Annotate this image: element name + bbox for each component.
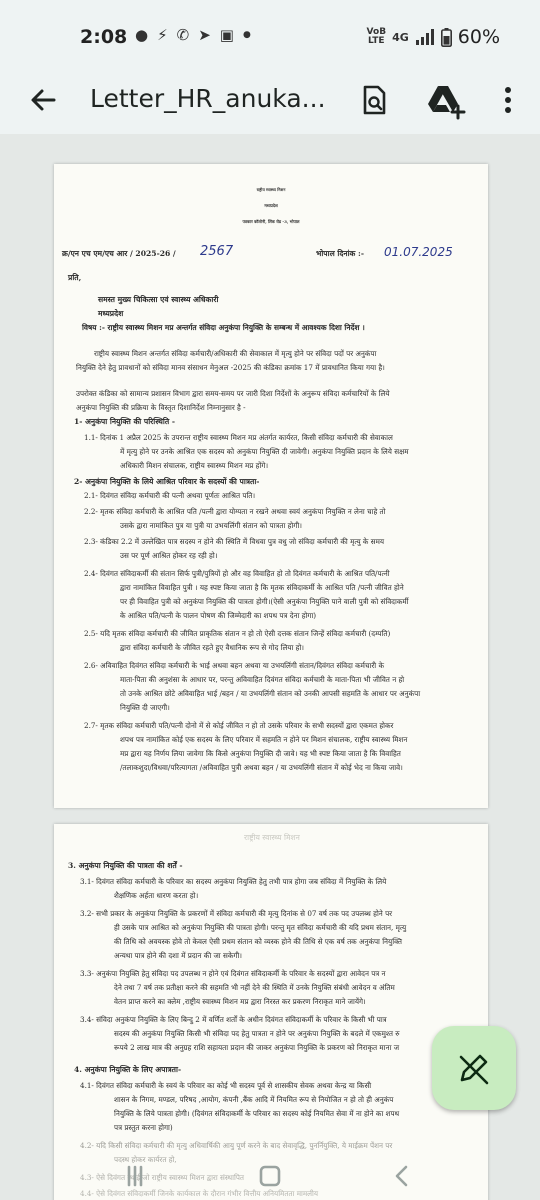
- document-line: वेतन प्राप्त करने का क्लेम ,राष्ट्रीय स्…: [114, 997, 366, 1006]
- status-bar: 2:08 ● ⚡ ✆ ➤ ▣ ● VoB LTE 4G 60%: [0, 0, 540, 66]
- messenger-icon: ⚡: [157, 26, 168, 44]
- arrow-back-icon: [31, 89, 56, 111]
- document-search-icon: [363, 85, 386, 115]
- document-line: 2- अनुकंपा नियुक्ति के लिये आश्रित परिवा…: [74, 477, 260, 486]
- edit-fab-button[interactable]: [432, 1026, 516, 1110]
- document-line: अनुकंपा नियुक्ति की प्रक्रिया के विस्तृत…: [76, 403, 246, 412]
- document-line: शासन के निगम, मण्डल, परिषद ,आयोग, कंपनी …: [114, 1095, 394, 1104]
- document-line: 2.6- अविवाहित दिवंगत संविदा कर्मचारी के …: [84, 661, 384, 670]
- dot-icon: ●: [242, 30, 251, 40]
- telegram-icon: ➤: [198, 26, 211, 44]
- document-line: देने तथा 7 वर्ष तक प्रतीक्षा करने की सहम…: [114, 983, 395, 992]
- reference-number: 2567: [200, 244, 234, 259]
- faint-header: राष्ट्रीय स्वास्थ्य मिशन: [244, 833, 300, 842]
- document-line: 2.1- दिवंगत संविदा कर्मचारी की पत्नी अथव…: [84, 491, 256, 500]
- document-line: उसके द्वारा नामांकित पुत्र या पुत्री या …: [120, 521, 302, 530]
- document-line: पर ही विवाहित पुत्री को अनुकंपा नियुक्ति…: [120, 597, 409, 606]
- document-line: शैक्षणिक अर्हता धारण करता हो।: [114, 891, 199, 900]
- document-line: 2.2- मृतक संविदा कर्मचारी के आश्रित पति …: [84, 507, 386, 516]
- signal-icon: [415, 29, 434, 45]
- document-line: द्वारा नामांकित विवाहित पुत्री । यह स्पष…: [120, 583, 404, 592]
- missed-call-icon: ✆: [176, 26, 190, 44]
- home-icon: [259, 1165, 281, 1187]
- document-line: 3. अनुकंपा नियुक्ति की पात्रता की शर्तें…: [68, 861, 183, 870]
- document-line: माता-पिता की अनुशंसा के आधार पर, परन्तु …: [120, 675, 405, 684]
- document-line: की तिथि को अवयस्क होवे तो केवल ऐसी प्रथम…: [114, 937, 403, 946]
- document-line: नियुक्ति देने हेतु प्रावधानों को संविदा …: [76, 363, 385, 372]
- status-right: VoB LTE 4G 60%: [367, 26, 500, 48]
- document-line: मप्र द्वारा यह निर्णय लिया जावेगा कि किस…: [120, 749, 401, 758]
- document-line: अन्यथा पात्र होने की दशा में प्रदान की ज…: [114, 951, 242, 960]
- document-line: 3.1- दिवंगत संविदा कर्मचारी के परिवार का…: [80, 877, 387, 886]
- document-line: सदस्य की अनुकंपा नियुक्ति किसी भी संविदा…: [114, 1029, 400, 1038]
- document-line: पत्र प्रस्तुत करना होगा): [114, 1123, 173, 1132]
- system-back-button[interactable]: [388, 1162, 416, 1190]
- date-value: 01.07.2025: [384, 245, 453, 259]
- document-line: रूपये 2 लाख मात्र की अनुग्रह राशि सहायता…: [114, 1043, 400, 1052]
- document-line: राष्ट्रीय स्वास्थ्य मिशन अन्तर्गत संविदा…: [94, 349, 377, 358]
- document-line: 3.4- संविदा अनुकंपा नियुक्ति के लिए बिन्…: [80, 1015, 387, 1024]
- document-line: उस पर पूर्ण आश्रित होकर रह रही हो।: [120, 551, 218, 560]
- document-line: नियुक्ति के लिये पात्रता होगी। (दिवंगत स…: [114, 1109, 400, 1118]
- add-to-drive-button[interactable]: [424, 80, 468, 120]
- date-label: भोपाल दिनांक :-: [316, 249, 364, 258]
- battery-icon: [440, 27, 452, 47]
- network-type: 4G: [392, 30, 409, 44]
- document-line: 2.7- मृतक संविदा कर्मचारी पति/पत्नी दोनो…: [84, 721, 394, 730]
- document-line: उपरोक्त कंडिका को सामान्य प्रशासन विभाग …: [76, 389, 390, 398]
- volte-bottom: LTE: [368, 36, 385, 46]
- chat-bubble-icon: ●: [135, 26, 149, 44]
- to-label: प्रति,: [68, 273, 82, 282]
- notification-icons: ● ⚡ ✆ ➤ ▣ ●: [135, 28, 251, 43]
- document-line: के आश्रित पति/पत्नी के पालन पोषण की जिम्…: [120, 611, 317, 620]
- system-nav-bar: [0, 1150, 540, 1200]
- document-page-2: राष्ट्रीय स्वास्थ्य मिशन 3. अनुकंपा नियु…: [54, 824, 488, 1200]
- battery-percent: 60%: [457, 26, 500, 48]
- document-line: 1- अनुकंपा नियुक्ति की परिस्थिति -: [74, 417, 175, 426]
- subject-line: विषय :- राष्ट्रीय स्वास्थ्य मिशन मप्र अन…: [82, 323, 365, 332]
- back-button[interactable]: [24, 80, 64, 120]
- org-address: पत्रकार कॉलोनी, लिंक रोड -3, भोपाल: [242, 219, 300, 224]
- org-state: मध्यप्रदेश: [264, 203, 278, 208]
- instagram-icon: ▣: [219, 26, 234, 44]
- document-line: 2.5- यदि मृतक संविदा कर्मचारी की जीवित प…: [84, 629, 391, 638]
- document-line: अधिकारी मिशन संचालक, राष्ट्रीय स्वास्थ्य…: [120, 461, 269, 470]
- document-line: /तलाकशुदा/विधवा/परित्यागता /अविवाहित पुत…: [120, 763, 403, 772]
- recipient-line-2: मध्यप्रदेश: [98, 309, 124, 318]
- document-line: नियुक्ति दी जाएगी।: [120, 703, 170, 712]
- document-line: ही उसके पात्र आश्रित को अनुकंपा नियुक्ति…: [114, 923, 407, 932]
- document-line: 3.3- अनुकंपा नियुक्ति हेतु संविदा पद उपल…: [80, 969, 386, 978]
- drive-add-icon: [428, 86, 466, 120]
- document-line: तो उनके आश्रित छोटे अविवाहित भाई /बहन / …: [120, 689, 421, 698]
- app-bar: Letter_HR_anuka...: [0, 66, 540, 134]
- document-line: द्वारा संविदा कर्मचारी के जीवित रहते हुए…: [120, 643, 305, 652]
- reference-label: क्र/एन एच एम/एच आर / 2025-26 /: [62, 249, 176, 258]
- nav-back-icon: [395, 1165, 408, 1187]
- edit-pen-icon: [459, 1054, 489, 1085]
- document-line: 2.3- कंडिका 2.2 में उल्लेखित पात्र सदस्य…: [84, 537, 385, 546]
- document-line: 4. अनुकंपा नियुक्ति के लिए अपात्रता-: [74, 1065, 182, 1074]
- recipient-line-1: समस्त मुख्य चिकित्सा एवं स्वास्थ्य अधिका…: [98, 295, 219, 304]
- document-line: 2.4- दिवंगत संविदाकर्मी की संतान सिर्फ प…: [84, 569, 390, 578]
- more-vertical-icon: [505, 87, 511, 113]
- document-page-1: राष्ट्रीय स्वास्थ्य मिशन मध्यप्रदेश पत्र…: [54, 164, 488, 808]
- status-time: 2:08: [80, 26, 128, 48]
- org-name: राष्ट्रीय स्वास्थ्य मिशन: [256, 187, 286, 192]
- document-line: 3.2- सभी प्रकार के अनुकंपा नियुक्ति के प…: [80, 909, 393, 918]
- document-title: Letter_HR_anuka...: [90, 84, 326, 113]
- recents-icon: [127, 1165, 143, 1187]
- home-button[interactable]: [256, 1162, 284, 1190]
- document-line: में मृत्यु होने पर उनके आश्रित एक सदस्य …: [120, 447, 409, 456]
- document-line: 4.1- दिवंगत संविदा कर्मचारी के स्वयं के …: [80, 1081, 372, 1090]
- search-document-button[interactable]: [354, 80, 394, 120]
- document-line: 1.1- दिनांक 1 अप्रैल 2025 के उपरान्त राष…: [84, 433, 393, 442]
- more-options-button[interactable]: [494, 80, 522, 120]
- recents-button[interactable]: [120, 1162, 148, 1190]
- volte-indicator: VoB LTE: [367, 28, 387, 46]
- document-line: शपथ पत्र नामांकित कोई एक सदस्य के लिए पर…: [120, 735, 408, 744]
